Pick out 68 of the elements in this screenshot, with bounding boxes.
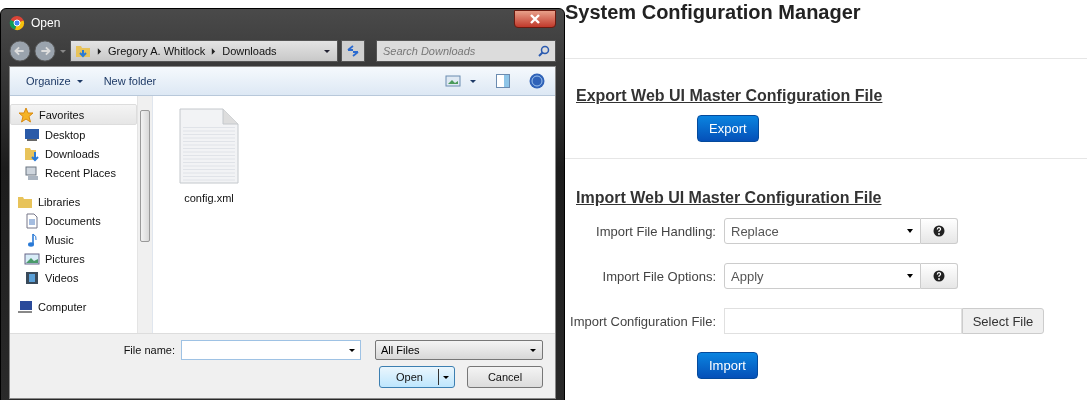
chevron-icon bbox=[97, 47, 102, 55]
caret-icon bbox=[75, 77, 84, 85]
nav-item[interactable]: Documents bbox=[10, 211, 137, 230]
cancel-button[interactable]: Cancel bbox=[467, 366, 543, 388]
caret-icon bbox=[529, 346, 537, 354]
window-title: Open bbox=[31, 15, 61, 30]
field-label: Import File Handling: bbox=[595, 223, 716, 239]
section-heading: Import Web UI Master Configuration File bbox=[576, 189, 883, 207]
nav-item[interactable]: Libraries bbox=[10, 192, 137, 211]
select-file-button[interactable]: Select File bbox=[962, 308, 1044, 334]
file-path-field[interactable] bbox=[724, 308, 962, 334]
document-icon bbox=[179, 108, 239, 184]
help-button[interactable] bbox=[921, 263, 958, 289]
caret-icon[interactable] bbox=[469, 77, 477, 85]
file-name-field[interactable] bbox=[181, 340, 361, 360]
open-button[interactable]: Open bbox=[379, 366, 455, 388]
close-icon bbox=[529, 13, 541, 24]
picture-frame-icon bbox=[24, 250, 40, 267]
chevron-icon bbox=[211, 47, 217, 55]
star-icon bbox=[18, 106, 34, 123]
browser-logo-icon bbox=[9, 14, 25, 31]
page-title: System Configuration Manager bbox=[565, 0, 1087, 59]
computer-icon bbox=[24, 164, 40, 181]
nav-item[interactable]: Computer bbox=[10, 297, 137, 316]
nav-item[interactable]: Videos bbox=[10, 268, 137, 287]
refresh-icon bbox=[346, 45, 360, 57]
folder-icon bbox=[75, 43, 91, 59]
select-field[interactable]: Apply bbox=[724, 263, 921, 289]
view-icon[interactable] bbox=[445, 73, 461, 89]
address-bar[interactable]: Gregory A. Whitlock Downloads bbox=[70, 40, 338, 62]
help-button[interactable] bbox=[921, 218, 958, 244]
file-type-dropdown[interactable]: All Files bbox=[375, 340, 543, 360]
caret-icon bbox=[348, 346, 356, 354]
scrollbar[interactable] bbox=[137, 96, 152, 333]
document-icon bbox=[24, 212, 40, 229]
back-icon[interactable] bbox=[9, 40, 31, 62]
section-heading: Export Web UI Master Configuration File bbox=[576, 87, 884, 105]
caret-icon bbox=[442, 373, 450, 381]
nav-item[interactable]: Favorites bbox=[10, 104, 137, 125]
preview-pane-icon[interactable] bbox=[495, 73, 511, 89]
caret-icon[interactable] bbox=[323, 47, 331, 55]
forward-icon[interactable] bbox=[34, 40, 56, 62]
nav-item[interactable]: Music bbox=[10, 230, 137, 249]
breadcrumb-item[interactable]: Gregory A. Whitlock bbox=[108, 45, 206, 57]
file-item[interactable]: config.xml bbox=[179, 108, 239, 204]
monitor-icon bbox=[24, 126, 40, 143]
nav-item[interactable]: Recent Places bbox=[10, 163, 137, 182]
search-icon bbox=[538, 45, 550, 57]
primary-button[interactable]: Export bbox=[697, 115, 759, 142]
refresh-button[interactable] bbox=[341, 40, 365, 62]
file-name-label: File name: bbox=[123, 344, 175, 356]
field-label: Import File Options: bbox=[601, 268, 716, 284]
select-field[interactable]: Replace bbox=[724, 218, 921, 244]
nav-item[interactable]: Pictures bbox=[10, 249, 137, 268]
close-button[interactable] bbox=[514, 9, 556, 28]
nav-item[interactable]: Desktop bbox=[10, 125, 137, 144]
caret-icon bbox=[906, 227, 914, 235]
primary-button[interactable]: Import bbox=[697, 352, 758, 379]
nav-item[interactable]: Downloads bbox=[10, 144, 137, 163]
field-label: Import Configuration File: bbox=[569, 313, 716, 329]
film-icon bbox=[24, 269, 40, 286]
computer-icon bbox=[17, 298, 33, 315]
toolbar-button[interactable]: New folder bbox=[97, 73, 163, 89]
folder-icon bbox=[24, 145, 40, 162]
organize-menu[interactable]: Organize bbox=[20, 73, 90, 89]
caret-icon bbox=[906, 272, 914, 280]
search-field[interactable]: Search Downloads bbox=[376, 40, 556, 62]
breadcrumb-item[interactable]: Downloads bbox=[222, 45, 277, 57]
